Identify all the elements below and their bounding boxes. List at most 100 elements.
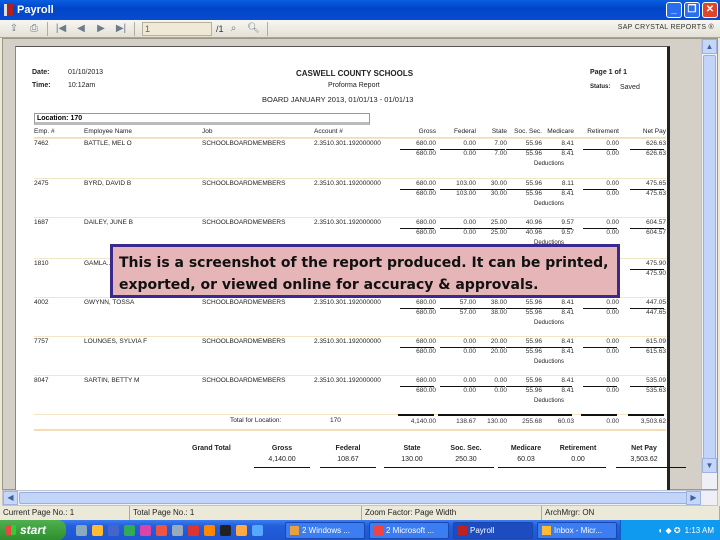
amount-cell: 0.00 [606,140,619,147]
horizontal-scrollbar[interactable]: ◀ ▶ [2,490,718,506]
amount-cell: 0.00 [606,190,619,197]
quicklaunch-icon[interactable] [140,524,151,536]
amount-cell: 680.00 [416,309,436,316]
task-payroll[interactable]: Payroll [453,521,533,539]
amount-cell: 0.00 [606,309,619,316]
quicklaunch-icon[interactable] [76,524,87,536]
previous-page-icon[interactable]: ◀ [74,23,88,35]
minimize-button[interactable]: _ [666,2,682,18]
task-inbox[interactable]: Inbox - Micr... [537,521,617,539]
grand-total-value: 3,503.62 [630,456,658,463]
toolbar-separator [266,21,268,36]
amount-cell: 8.41 [561,299,574,306]
amount-cell: 8.41 [561,377,574,384]
quicklaunch-icon[interactable] [188,524,199,536]
page-number-input[interactable] [142,21,212,36]
amount-cell: 475.65 [646,180,666,187]
grand-total-header: Medicare [510,445,542,452]
row-separator [34,217,666,218]
row-separator [34,138,666,139]
grand-total-underline [384,467,440,468]
cell-emp: 2475 [34,180,49,187]
grand-total-underline [320,467,376,468]
cell-emp: 1687 [34,219,49,226]
grand-total-value: 4,140.00 [268,456,296,463]
firefox-icon[interactable] [204,524,215,536]
task-windows[interactable]: 2 Windows ... [285,521,365,539]
cell-name: LOUNGES, SYLVIA F [84,338,148,345]
column-header: State [491,128,507,135]
cell-emp: 7757 [34,338,49,345]
amount-cell: 8.41 [561,338,574,345]
close-button[interactable]: ✕ [702,2,718,18]
amount-cell: 8.41 [561,387,574,394]
internet-explorer-icon[interactable] [252,524,263,536]
column-header: Gross [418,128,436,135]
scroll-down-icon[interactable]: ▼ [702,458,717,473]
print-icon[interactable]: ⎙ [27,23,41,35]
amount-cell: 680.00 [416,140,436,147]
total-rule-bottom [34,429,666,431]
grand-total-value: 250.30 [455,456,477,463]
last-page-icon[interactable]: ▶| [114,23,128,35]
scroll-left-icon[interactable]: ◀ [3,491,18,505]
vertical-scroll-thumb[interactable] [703,55,716,459]
acrobat-icon[interactable] [220,524,231,536]
quicklaunch-icon[interactable] [156,524,167,536]
cell-name: BYRD, DAVID B [84,180,132,187]
amount-cell: 680.00 [416,338,436,345]
zoom-icon[interactable]: 🔍︎▾ [247,23,261,46]
amount-cell: 20.00 [490,348,507,355]
quicklaunch-icon[interactable] [236,524,247,536]
grand-total-value: 130.00 [401,456,423,463]
amount-cell: 9.57 [561,219,574,226]
grand-total-label: Grand Total [192,445,231,452]
cell-name: GWYNN, TOSSA [84,299,135,306]
amount-cell: 0.00 [606,348,619,355]
deductions-label: Deductions [534,359,565,365]
task-label: 2 Microsoft ... [386,525,435,535]
cell-account: 2.3510.301.192000000 [314,140,381,147]
clock: 1:13 AM [684,525,714,535]
tray-icons[interactable]: ◐ ◆ ✪ [659,526,681,535]
amount-cell: 0.00 [606,219,619,226]
amount-cell: 680.00 [416,377,436,384]
vertical-scrollbar[interactable]: ▲ ▼ [701,39,717,489]
next-page-icon[interactable]: ▶ [94,23,108,35]
toolbar-separator [47,21,48,36]
start-button[interactable]: start [0,520,66,540]
amount-cell: 7.00 [494,140,507,147]
horizontal-scroll-thumb[interactable] [19,492,699,504]
amount-cell: 0.00 [606,299,619,306]
cell-job: SCHOOLBOARDMEMBERS [202,377,286,384]
restore-button[interactable]: ❐ [684,2,700,18]
cell-account: 2.3510.301.192000000 [314,377,381,384]
scroll-right-icon[interactable]: ▶ [686,491,701,505]
location-total-amount: 3,503.62 [640,418,666,425]
scroll-up-icon[interactable]: ▲ [702,39,717,54]
amount-cell: 615.63 [646,348,666,355]
export-icon[interactable]: ⇪ [7,23,21,35]
deductions-label: Deductions [534,320,565,326]
grand-total-value: 60.03 [517,456,535,463]
amount-cell: 680.00 [416,150,436,157]
find-icon[interactable]: ⌕ [227,23,241,35]
amount-cell: 680.00 [416,348,436,355]
quicklaunch-icon[interactable] [124,524,135,536]
quicklaunch-icon[interactable] [172,524,183,536]
quicklaunch-icon[interactable] [108,524,119,536]
first-page-icon[interactable]: |◀ [54,23,68,35]
taskbar: start 2 Windows ... 2 Microsoft ... Payr… [0,520,720,540]
task-microsoft[interactable]: 2 Microsoft ... [369,521,449,539]
task-icon [290,525,299,535]
report-subtitle: BOARD JANUARY 2013, 01/01/13 - 01/01/13 [262,95,414,104]
cell-job: SCHOOLBOARDMEMBERS [202,338,286,345]
report-toolbar: ⇪ ⎙ |◀ ◀ ▶ ▶| /1 ⌕ 🔍︎▾ SAP CRYSTAL REPOR… [0,20,720,46]
amount-cell: 447.65 [646,309,666,316]
task-icon [542,525,551,535]
cell-job: SCHOOLBOARDMEMBERS [202,299,286,306]
annotation-callout: This is a screenshot of the report produ… [110,244,620,298]
location-header: Location: 170 [34,113,370,125]
grand-total-header: Net Pay [631,445,657,452]
quicklaunch-icon[interactable] [92,524,103,536]
